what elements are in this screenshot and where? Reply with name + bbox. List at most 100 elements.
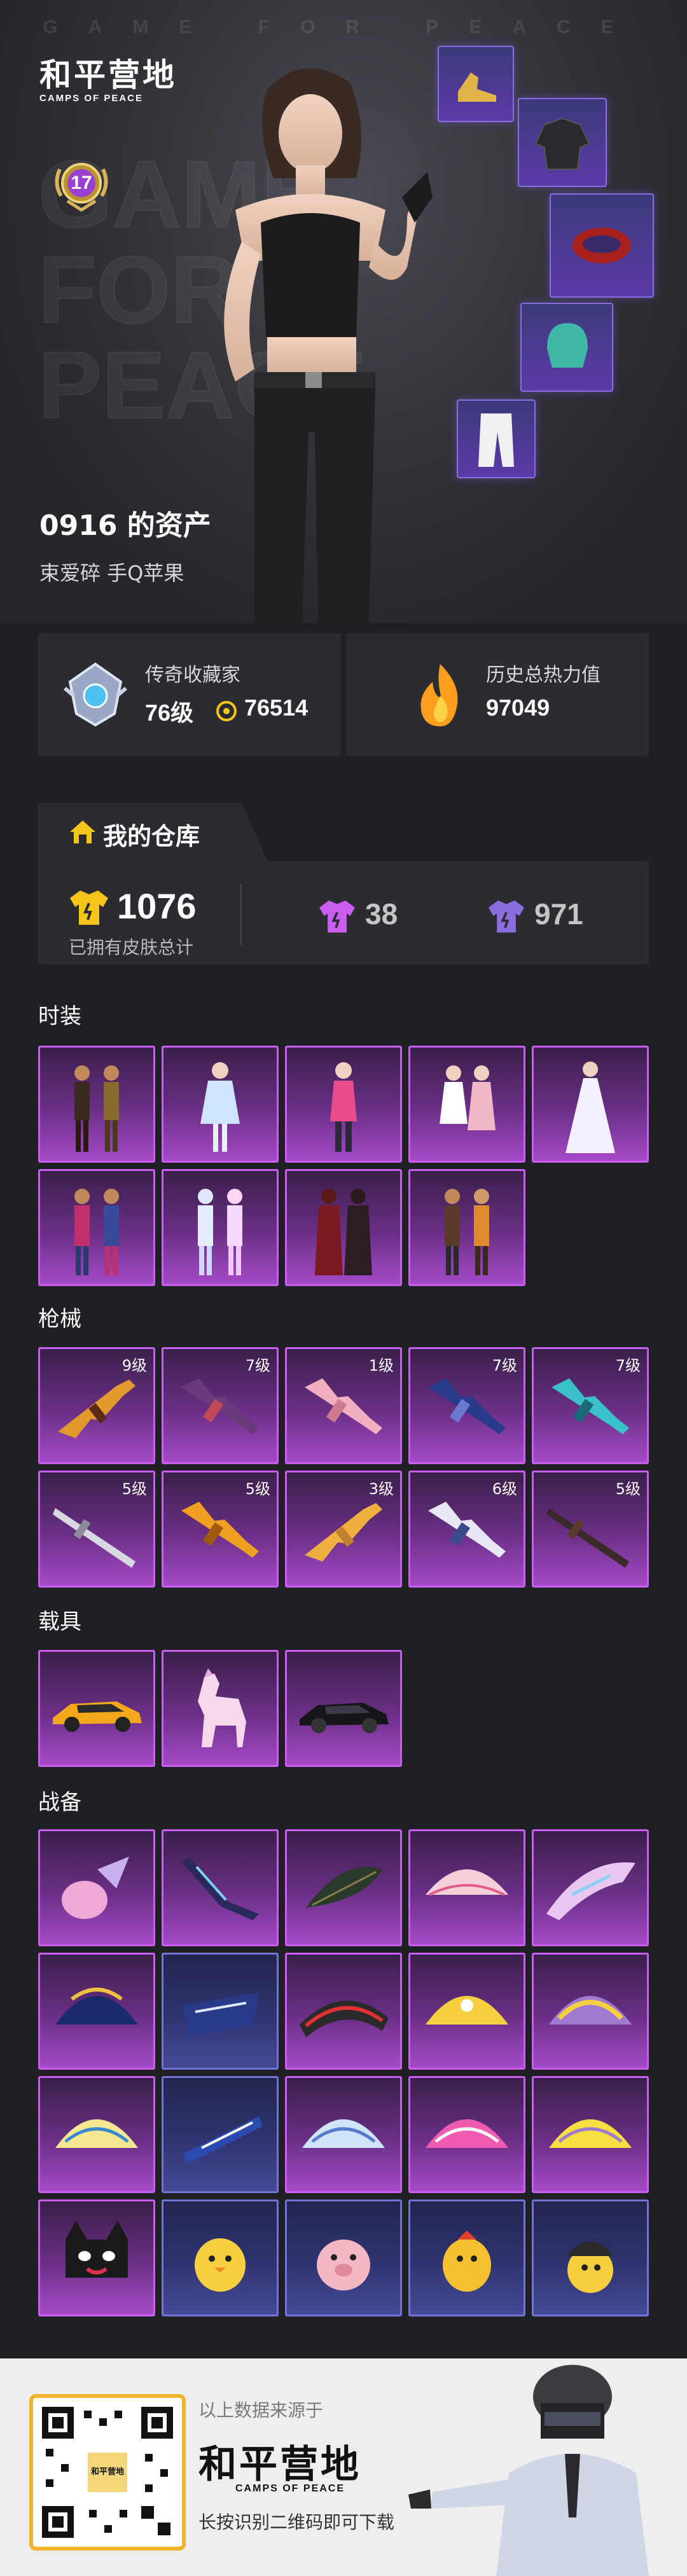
weapon-level: 3级 (368, 1480, 394, 1498)
collector-card[interactable]: 传奇收藏家 76级 76514 (38, 634, 341, 756)
gear-item[interactable] (408, 2199, 525, 2316)
outfit-icon (440, 1065, 496, 1130)
equipped-pants-thumb[interactable] (457, 399, 536, 478)
parachute-icon (426, 2119, 508, 2148)
section-vehicles-title: 载具 (38, 1609, 81, 1635)
weapon-level: 5级 (121, 1480, 147, 1498)
weapon-item[interactable]: 3级 (285, 1471, 402, 1588)
weapon-item[interactable]: 5级 (162, 1471, 279, 1588)
fashion-item[interactable] (285, 1046, 402, 1163)
gear-item[interactable] (285, 2076, 402, 2193)
gear-item[interactable] (285, 1829, 402, 1946)
gear-item[interactable] (38, 2076, 155, 2193)
gear-item[interactable] (532, 2076, 649, 2193)
vehicle-item[interactable] (285, 1650, 402, 1767)
outfit-icon (200, 1062, 240, 1152)
weapon-level: 6级 (492, 1480, 517, 1498)
horse-icon (198, 1668, 246, 1747)
weapon-item[interactable]: 7级 (162, 1347, 279, 1464)
chick-icon (443, 2231, 491, 2292)
weapon-item[interactable]: 5级 (38, 1471, 155, 1588)
watermark-top: GAME FOR PEACE (43, 17, 644, 38)
gear-item[interactable] (162, 1953, 279, 2070)
fashion-item[interactable] (162, 1169, 279, 1286)
outfit-icon (198, 1189, 242, 1275)
equipped-jacket-thumb[interactable] (518, 98, 607, 187)
rare-skin-count: 971 (534, 897, 583, 931)
black-car-icon (300, 1703, 389, 1733)
weapon-item[interactable]: 1级 (285, 1347, 402, 1464)
footer-brand: 和平营地 (198, 2442, 361, 2487)
divider (240, 884, 242, 945)
vehicle-item[interactable] (38, 1650, 155, 1767)
weapon-level: 5级 (615, 1480, 641, 1498)
epic-shirt-icon (319, 900, 355, 933)
section-gear-title: 战备 (38, 1790, 81, 1815)
game-logo: 和平营地 CAMPS OF PEACE (39, 57, 177, 104)
outfit-icon (74, 1189, 119, 1275)
shoes-icon (458, 73, 496, 102)
scan-instruction: 长按识别二维码即可下载 (198, 2512, 395, 2533)
fashion-item[interactable] (408, 1046, 525, 1163)
home-icon (70, 821, 95, 843)
glider-icon (183, 1993, 259, 2037)
footer-brand-en: CAMPS OF PEACE (235, 2483, 345, 2494)
legendary-shirt-icon (70, 890, 108, 925)
weapon-level: 9级 (121, 1357, 147, 1375)
fashion-item[interactable] (38, 1169, 155, 1286)
download-qr-code[interactable]: 和平营地 (29, 2394, 186, 2551)
popularity-card[interactable]: 历史总热力值 97049 (346, 634, 649, 756)
gear-item[interactable] (408, 2076, 525, 2193)
gear-item[interactable] (162, 2076, 279, 2193)
fashion-item[interactable] (285, 1169, 402, 1286)
sports-car-icon (53, 1701, 142, 1732)
outfit-icon (330, 1062, 357, 1152)
equipped-headband-thumb[interactable] (550, 193, 654, 298)
gear-item[interactable] (38, 1829, 155, 1946)
hero-banner: GAME FOR PEACE GAME FOR PEACE 和平营地 CAMPS… (0, 0, 687, 623)
weapon-item[interactable]: 7级 (408, 1347, 525, 1464)
gear-item[interactable] (408, 1829, 525, 1946)
weapon-item[interactable]: 9级 (38, 1347, 155, 1464)
epic-skin-count: 38 (365, 897, 398, 931)
popularity-value: 97049 (486, 695, 550, 721)
weapon-level: 5级 (245, 1480, 270, 1498)
equipped-hair-thumb[interactable] (520, 303, 613, 392)
glider-icon (300, 2000, 389, 2037)
gear-item[interactable] (408, 1953, 525, 2070)
gear-item[interactable] (38, 2199, 155, 2316)
outfit-icon (74, 1065, 119, 1152)
parachute-icon (55, 2119, 138, 2148)
weapon-item[interactable]: 5级 (532, 1471, 649, 1588)
flame-icon (420, 664, 458, 726)
weapon-level: 7级 (615, 1357, 641, 1375)
gear-item[interactable] (285, 1953, 402, 2070)
fashion-item[interactable] (38, 1046, 155, 1163)
warehouse-summary: 1076 已拥有皮肤总计 38 971 (38, 861, 649, 964)
skin-total: 1076 (117, 886, 197, 926)
helmet-chick-icon (567, 2241, 614, 2293)
gear-item[interactable] (532, 1829, 649, 1946)
gear-item[interactable] (532, 2199, 649, 2316)
weapon-item[interactable]: 6级 (408, 1471, 525, 1588)
gear-item[interactable] (532, 1953, 649, 2070)
fashion-item[interactable] (532, 1046, 649, 1163)
tab-warehouse[interactable]: 我的仓库 (38, 803, 267, 861)
rare-shirt-icon (489, 900, 524, 933)
parachute-icon (302, 2119, 385, 2148)
fashion-item[interactable] (408, 1169, 525, 1286)
gear-item[interactable] (285, 2199, 402, 2316)
weapon-item[interactable]: 7级 (532, 1347, 649, 1464)
vehicle-item[interactable] (162, 1650, 279, 1767)
gear-item[interactable] (38, 1953, 155, 2070)
gear-item[interactable] (162, 1829, 279, 1946)
outfit-icon (566, 1062, 615, 1153)
pig-icon (317, 2240, 370, 2290)
player-name: 0916 的资产 (39, 509, 211, 542)
parachute-icon (549, 1996, 632, 2025)
equipped-shoes-thumb[interactable] (438, 46, 514, 122)
glider-icon (546, 1862, 635, 1920)
collector-level: 76级 (145, 700, 194, 726)
gear-item[interactable] (162, 2199, 279, 2316)
fashion-item[interactable] (162, 1046, 279, 1163)
